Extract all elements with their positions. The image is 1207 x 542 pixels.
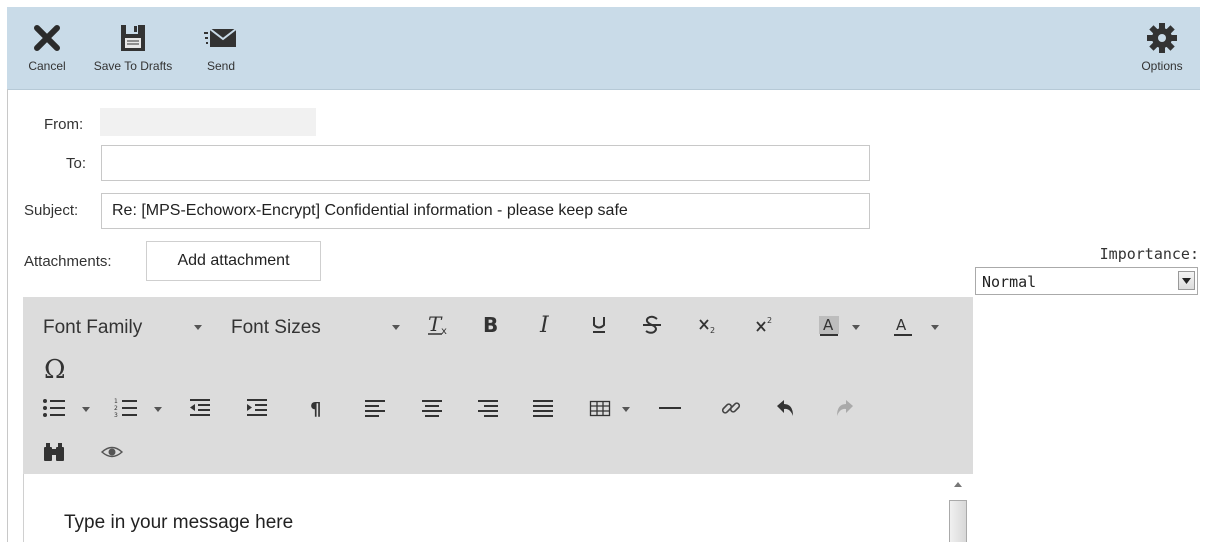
link-icon[interactable]	[716, 393, 746, 423]
editor-scrollbar[interactable]	[947, 474, 971, 542]
background-color-icon[interactable]: A	[814, 309, 844, 341]
pilcrow-icon[interactable]: ¶	[302, 393, 332, 423]
options-label: Options	[1141, 59, 1183, 73]
redo-icon[interactable]	[829, 393, 859, 423]
svg-text:2: 2	[767, 316, 772, 325]
scroll-up-icon[interactable]	[954, 482, 962, 487]
svg-text:¶: ¶	[310, 399, 321, 419]
message-body[interactable]: Type in your message here	[23, 474, 974, 542]
attachments-label: Attachments:	[24, 253, 112, 270]
rich-text-editor: Font Family Font Sizes T x B I 2 2 A A Ω…	[23, 297, 974, 542]
svg-text:3: 3	[114, 412, 118, 419]
bullet-list-icon[interactable]	[39, 393, 69, 423]
from-value	[100, 108, 316, 136]
align-justify-icon[interactable]	[528, 393, 558, 423]
save-to-drafts-label: Save To Drafts	[93, 59, 173, 73]
save-to-drafts-button[interactable]: Save To Drafts	[89, 7, 177, 89]
close-icon	[21, 21, 73, 55]
to-field[interactable]	[101, 145, 870, 181]
svg-text:2: 2	[114, 405, 118, 412]
superscript-icon[interactable]: 2	[750, 309, 780, 341]
background-color-caret-icon[interactable]	[852, 325, 860, 330]
align-right-icon[interactable]	[473, 393, 503, 423]
table-icon[interactable]	[585, 393, 615, 423]
text-color-icon[interactable]: A	[888, 309, 918, 341]
font-sizes-dropdown[interactable]: Font Sizes	[231, 317, 321, 339]
subject-label: Subject:	[24, 202, 79, 219]
numbered-list-caret-icon[interactable]	[154, 407, 162, 412]
svg-text:I: I	[539, 313, 550, 337]
align-center-icon[interactable]	[417, 393, 447, 423]
svg-text:1: 1	[114, 398, 118, 405]
underline-icon[interactable]	[584, 309, 614, 341]
chevron-down-icon[interactable]	[1178, 271, 1195, 290]
binoculars-icon[interactable]	[39, 437, 69, 467]
add-attachment-button[interactable]: Add attachment	[146, 241, 321, 281]
send-label: Send	[206, 59, 236, 73]
svg-text:A: A	[896, 316, 907, 334]
numbered-list-icon[interactable]: 123	[111, 393, 141, 423]
importance-select[interactable]: Normal	[975, 267, 1198, 295]
clear-formatting-icon[interactable]: T x	[421, 309, 455, 341]
font-family-caret-icon[interactable]	[194, 325, 202, 330]
importance-value: Normal	[982, 273, 1037, 291]
text-color-caret-icon[interactable]	[931, 325, 939, 330]
font-sizes-caret-icon[interactable]	[392, 325, 400, 330]
scrollbar-thumb[interactable]	[949, 500, 967, 542]
bold-icon[interactable]: B	[475, 309, 505, 341]
gear-icon	[1132, 21, 1192, 55]
cancel-label: Cancel	[28, 59, 66, 73]
options-button[interactable]: Options	[1132, 7, 1192, 89]
undo-icon[interactable]	[771, 393, 801, 423]
special-character-icon[interactable]: Ω	[39, 351, 73, 385]
top-toolbar: Cancel Save To Drafts Send Options	[7, 7, 1200, 90]
italic-icon[interactable]: I	[532, 309, 562, 341]
font-family-dropdown[interactable]: Font Family	[43, 317, 142, 339]
subject-field[interactable]	[101, 193, 870, 229]
page-left-border	[7, 89, 8, 542]
align-left-icon[interactable]	[360, 393, 390, 423]
svg-text:B: B	[483, 313, 498, 337]
svg-text:A: A	[823, 316, 834, 334]
horizontal-rule-icon[interactable]	[653, 393, 687, 423]
svg-text:2: 2	[710, 326, 715, 335]
svg-text:x: x	[441, 326, 447, 337]
subscript-icon[interactable]: 2	[693, 309, 723, 341]
table-caret-icon[interactable]	[622, 407, 630, 412]
outdent-icon[interactable]	[185, 393, 215, 423]
bullet-list-caret-icon[interactable]	[82, 407, 90, 412]
editor-toolbar: Font Family Font Sizes T x B I 2 2 A A Ω…	[23, 297, 973, 474]
from-label: From:	[44, 116, 84, 133]
cancel-button[interactable]: Cancel	[21, 7, 73, 89]
save-icon	[89, 21, 177, 55]
strikethrough-icon[interactable]	[637, 309, 667, 341]
send-button[interactable]: Send	[201, 7, 241, 89]
importance-label: Importance:	[1099, 245, 1199, 263]
eye-icon[interactable]	[97, 437, 127, 467]
to-label: To:	[66, 155, 87, 172]
svg-text:Ω: Ω	[44, 355, 66, 383]
envelope-icon	[201, 21, 241, 55]
indent-icon[interactable]	[242, 393, 272, 423]
message-body-placeholder: Type in your message here	[64, 512, 294, 533]
